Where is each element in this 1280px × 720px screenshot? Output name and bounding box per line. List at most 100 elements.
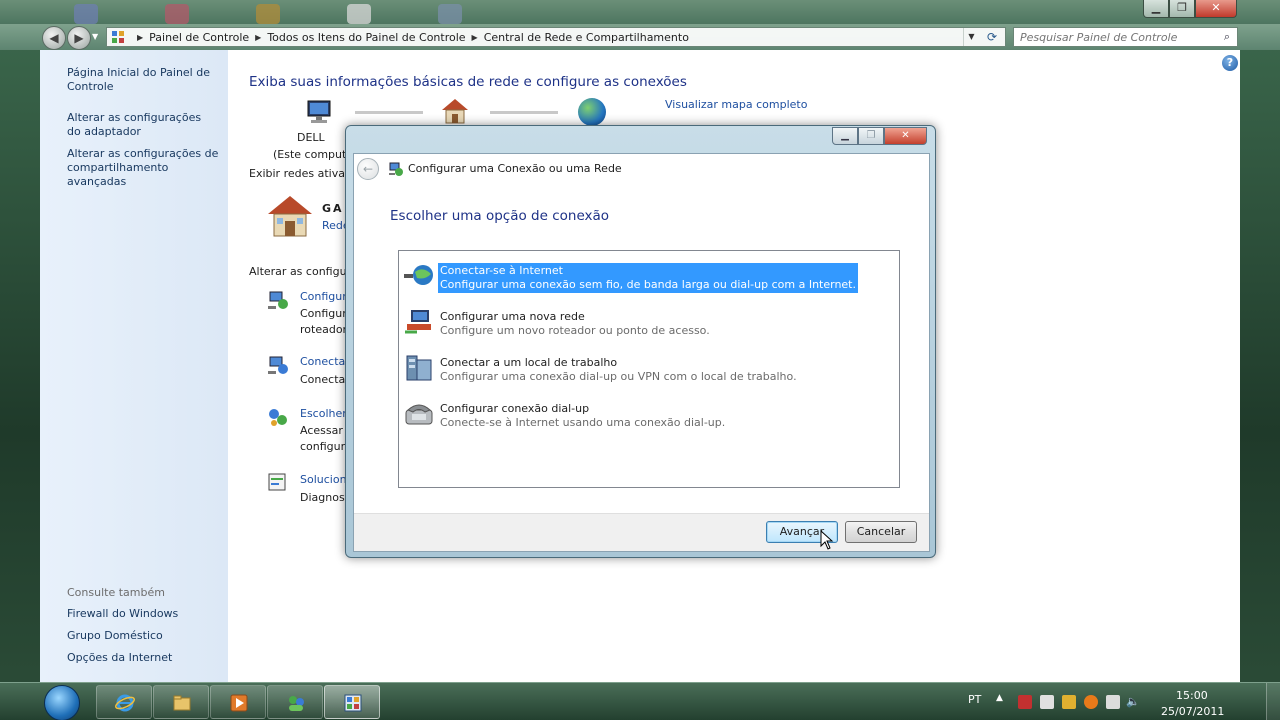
taskbar-explorer[interactable] bbox=[153, 685, 209, 719]
language-indicator[interactable]: PT bbox=[968, 693, 981, 706]
page-title: Exiba suas informações básicas de rede e… bbox=[249, 74, 687, 90]
taskbar-control-panel[interactable] bbox=[324, 685, 380, 719]
messenger-icon bbox=[289, 696, 304, 711]
computer-name: DELL bbox=[297, 131, 325, 144]
homegroup-link[interactable]: Grupo Doméstico bbox=[67, 629, 163, 643]
view-full-map-link[interactable]: Visualizar mapa completo bbox=[665, 98, 807, 111]
clock-time[interactable]: 15:00 bbox=[1176, 689, 1208, 702]
adapter-settings-link[interactable]: Alterar as configurações do adaptador bbox=[67, 111, 217, 139]
breadcrumb-all-items[interactable]: Todos os Itens do Painel de Controle bbox=[267, 31, 465, 44]
globe-cable-icon bbox=[404, 265, 433, 285]
task-setup-connection-link[interactable]: Configur bbox=[300, 290, 347, 303]
option-text: Conectar-se à Internet Configurar uma co… bbox=[438, 263, 858, 293]
control-panel-home-link[interactable]: Página Inicial do Painel de Controle bbox=[67, 66, 217, 94]
internet-explorer-icon bbox=[115, 694, 135, 712]
breadcrumb-separator-icon[interactable]: ▶ bbox=[472, 33, 478, 42]
workplace-icon bbox=[406, 355, 432, 381]
option-description: Configurar uma conexão sem fio, de banda… bbox=[440, 278, 856, 291]
clock-date[interactable]: 25/07/2011 bbox=[1161, 705, 1224, 718]
connect-network-icon bbox=[268, 356, 288, 374]
network-setup-icon bbox=[389, 162, 403, 176]
recent-pages-button[interactable]: ▼ bbox=[92, 32, 102, 42]
option-title: Configurar uma nova rede bbox=[440, 310, 585, 323]
control-panel-icon bbox=[112, 31, 124, 43]
troubleshoot-icon bbox=[268, 473, 286, 491]
search-box: ⌕ bbox=[1013, 27, 1238, 47]
dialog-title: Configurar uma Conexão ou uma Rede bbox=[408, 162, 622, 175]
close-button[interactable]: ✕ bbox=[1195, 0, 1237, 18]
search-icon[interactable]: ⌕ bbox=[1219, 30, 1235, 44]
tray-lock-icon[interactable] bbox=[1062, 695, 1076, 709]
option-new-network[interactable]: Configurar uma nova rede Configure um no… bbox=[403, 305, 897, 345]
tray-app-icon[interactable] bbox=[1018, 695, 1032, 709]
tray-display-icon[interactable] bbox=[1106, 695, 1120, 709]
network-house-icon bbox=[268, 196, 312, 237]
folder-icon bbox=[173, 695, 191, 711]
breadcrumb-network-center[interactable]: Central de Rede e Compartilhamento bbox=[484, 31, 689, 44]
task-connect-network-desc: Conectar bbox=[300, 373, 350, 386]
task-connect-network-link[interactable]: Conectar bbox=[300, 355, 350, 368]
dialog-heading: Escolher uma opção de conexão bbox=[390, 208, 610, 224]
dialog-titlebar[interactable]: ▁ ❐ ✕ bbox=[346, 126, 935, 154]
help-icon[interactable]: ? bbox=[1222, 55, 1238, 71]
taskbar-media-player[interactable] bbox=[210, 685, 266, 719]
change-settings-label: Alterar as configura bbox=[249, 265, 358, 278]
cancel-button[interactable]: Cancelar bbox=[845, 521, 917, 543]
search-input[interactable] bbox=[1014, 28, 1214, 46]
router-icon bbox=[405, 310, 431, 334]
option-text: Configurar uma nova rede Configure um no… bbox=[438, 309, 712, 339]
navigation-bar: ◀ ▶ ▼ ▶ Painel de Controle ▶ Todos os It… bbox=[0, 24, 1280, 50]
internet-options-link[interactable]: Opções da Internet bbox=[67, 651, 172, 665]
dialog-back-button: ← bbox=[357, 158, 379, 180]
option-dialup[interactable]: Configurar conexão dial-up Conecte-se à … bbox=[403, 397, 897, 437]
sharing-settings-link[interactable]: Alterar as configurações de compartilham… bbox=[67, 147, 227, 189]
computer-icon[interactable] bbox=[305, 100, 335, 124]
address-dropdown-icon[interactable]: ▼ bbox=[963, 28, 979, 46]
address-bar[interactable]: ▶ Painel de Controle ▶ Todos os Itens do… bbox=[106, 27, 1006, 47]
setup-connection-icon bbox=[268, 291, 288, 309]
media-player-icon bbox=[230, 694, 248, 712]
restore-button[interactable]: ❐ bbox=[1169, 0, 1195, 18]
firewall-link[interactable]: Firewall do Windows bbox=[67, 607, 178, 621]
tray-update-icon[interactable] bbox=[1084, 695, 1098, 709]
refresh-icon[interactable]: ⟳ bbox=[983, 29, 1001, 45]
window-titlebar[interactable]: ▁ ❐ ✕ bbox=[0, 0, 1280, 24]
breadcrumb-control-panel[interactable]: Painel de Controle bbox=[149, 31, 249, 44]
option-title: Configurar conexão dial-up bbox=[440, 402, 590, 415]
option-text: Conectar a um local de trabalho Configur… bbox=[438, 355, 799, 385]
show-desktop-button[interactable] bbox=[1266, 683, 1280, 720]
taskbar-internet-explorer[interactable] bbox=[96, 685, 152, 719]
start-button[interactable] bbox=[44, 685, 80, 720]
phone-icon bbox=[405, 404, 433, 425]
mouse-cursor-icon bbox=[820, 530, 834, 550]
network-connector-line bbox=[355, 111, 423, 114]
dialog-body: ← Configurar uma Conexão ou uma Rede Esc… bbox=[353, 153, 930, 552]
option-description: Conecte-se à Internet usando uma conexão… bbox=[440, 416, 726, 429]
forward-button[interactable]: ▶ bbox=[67, 26, 91, 50]
network-connector-line bbox=[490, 111, 558, 114]
breadcrumb-separator-icon[interactable]: ▶ bbox=[255, 33, 261, 42]
tray-network-icon[interactable] bbox=[1040, 695, 1054, 709]
dialog-close-button[interactable]: ✕ bbox=[884, 127, 927, 145]
taskbar-messenger[interactable] bbox=[267, 685, 323, 719]
homegroup-icon bbox=[269, 409, 287, 426]
task-homegroup-link[interactable]: Escolher bbox=[300, 407, 347, 420]
network-name: GA bbox=[322, 202, 344, 215]
setup-connection-dialog: ▁ ❐ ✕ ← Configurar uma Conexão ou uma Re… bbox=[345, 125, 936, 558]
option-workplace[interactable]: Conectar a um local de trabalho Configur… bbox=[403, 351, 897, 391]
option-title: Conectar a um local de trabalho bbox=[440, 356, 618, 369]
option-description: Configure um novo roteador ou ponto de a… bbox=[440, 324, 710, 337]
back-button[interactable]: ◀ bbox=[42, 26, 66, 50]
see-also-heading: Consulte também bbox=[67, 586, 165, 599]
control-panel-icon bbox=[344, 694, 362, 712]
dialog-minimize-button[interactable]: ▁ bbox=[832, 127, 858, 145]
option-connect-internet[interactable]: Conectar-se à Internet Configurar uma co… bbox=[403, 259, 897, 299]
active-networks-label: Exibir redes ativas bbox=[249, 167, 351, 180]
option-description: Configurar uma conexão dial-up ou VPN co… bbox=[440, 370, 797, 383]
network-house-icon[interactable] bbox=[440, 98, 470, 124]
internet-globe-icon[interactable] bbox=[578, 98, 606, 126]
show-hidden-icons-icon[interactable]: ▲ bbox=[996, 693, 1003, 703]
minimize-button[interactable]: ▁ bbox=[1143, 0, 1169, 18]
volume-icon[interactable]: 🔈 bbox=[1126, 695, 1140, 709]
breadcrumb-separator-icon: ▶ bbox=[137, 32, 144, 42]
